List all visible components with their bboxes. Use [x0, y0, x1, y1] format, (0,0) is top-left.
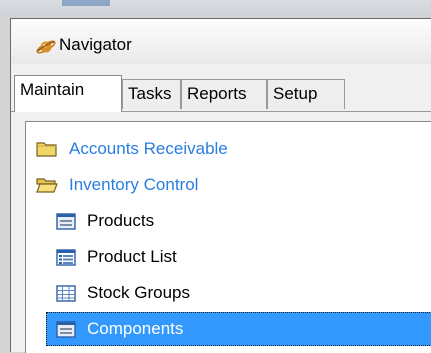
tree-item-label: Components [87, 319, 184, 338]
navigator-tree: Accounts Receivable Inventory Control Pr… [25, 121, 431, 353]
top-chrome-strip [0, 0, 431, 18]
list-icon [56, 248, 76, 266]
tab-maintain[interactable]: Maintain [14, 75, 122, 112]
tab-strip: Maintain Tasks Reports Setup [11, 64, 431, 112]
selection-fragment [62, 0, 110, 6]
tab-reports[interactable]: Reports [181, 79, 267, 109]
tree-item-label: Product List [87, 247, 177, 266]
tree-item-label: Stock Groups [87, 283, 190, 302]
window-title: Navigator [59, 35, 132, 54]
tab-setup[interactable]: Setup [267, 79, 345, 109]
tree-item-label: Products [87, 211, 155, 230]
navigator-window: Navigator Maintain Tasks Reports Setup A… [10, 18, 431, 353]
folder-closed-icon [36, 140, 58, 158]
tree-item-components[interactable]: Components [46, 312, 431, 346]
tab-tasks[interactable]: Tasks [122, 79, 181, 109]
tree-item-product-list[interactable]: Product List [56, 240, 177, 274]
form-icon [56, 212, 76, 230]
folder-open-icon [36, 176, 58, 194]
tree-folder-label: Inventory Control [69, 175, 199, 194]
form-icon [56, 320, 76, 338]
tree-folder-label: Accounts Receivable [69, 139, 228, 158]
title-bar[interactable]: Navigator [11, 19, 431, 64]
planet-icon [35, 36, 57, 56]
grid-icon [56, 284, 76, 302]
tree-folder-accounts-receivable[interactable]: Accounts Receivable [36, 132, 228, 166]
tree-folder-inventory-control[interactable]: Inventory Control [36, 168, 198, 202]
tree-item-products[interactable]: Products [56, 204, 154, 238]
app-background: { "window": { "title": "Navigator", "tit… [0, 0, 431, 353]
tree-item-stock-groups[interactable]: Stock Groups [56, 276, 190, 310]
